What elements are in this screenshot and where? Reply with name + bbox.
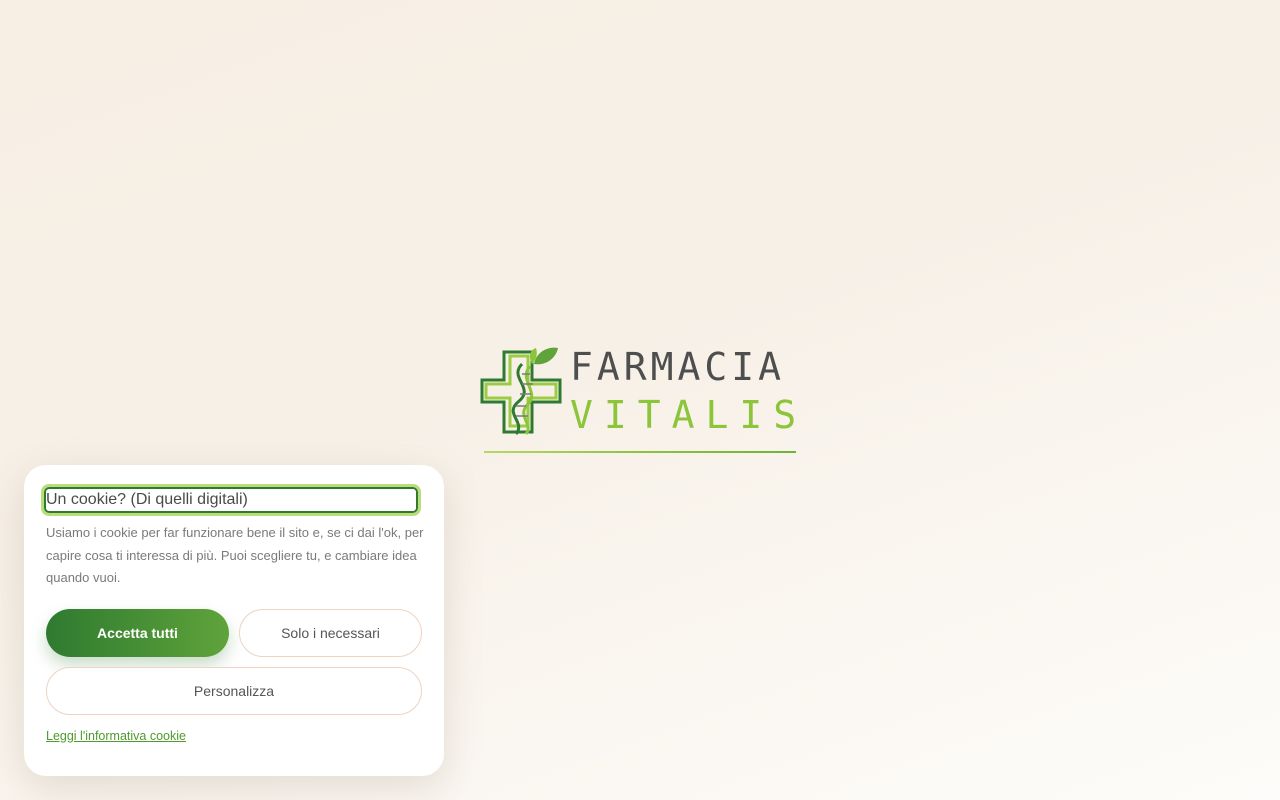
brand-logo: FARMACIA VITALIS bbox=[478, 342, 808, 460]
cross-dna-leaf-icon bbox=[480, 347, 562, 435]
cookie-policy-link[interactable]: Leggi l'informativa cookie bbox=[46, 729, 186, 743]
cookie-description: Usiamo i cookie per far funzionare bene … bbox=[46, 525, 424, 585]
necessary-only-button[interactable]: Solo i necessari bbox=[239, 609, 422, 657]
cookie-title: Un cookie? (Di quelli digitali) bbox=[41, 484, 421, 516]
logo-text-vitalis: VITALIS bbox=[570, 393, 808, 437]
accept-all-button[interactable]: Accetta tutti bbox=[46, 609, 229, 657]
cookie-banner: Un cookie? (Di quelli digitali) Usiamo i… bbox=[24, 465, 444, 776]
customize-button[interactable]: Personalizza bbox=[46, 667, 422, 715]
logo-underline bbox=[484, 451, 796, 453]
logo-text-farmacia: FARMACIA bbox=[570, 345, 786, 389]
